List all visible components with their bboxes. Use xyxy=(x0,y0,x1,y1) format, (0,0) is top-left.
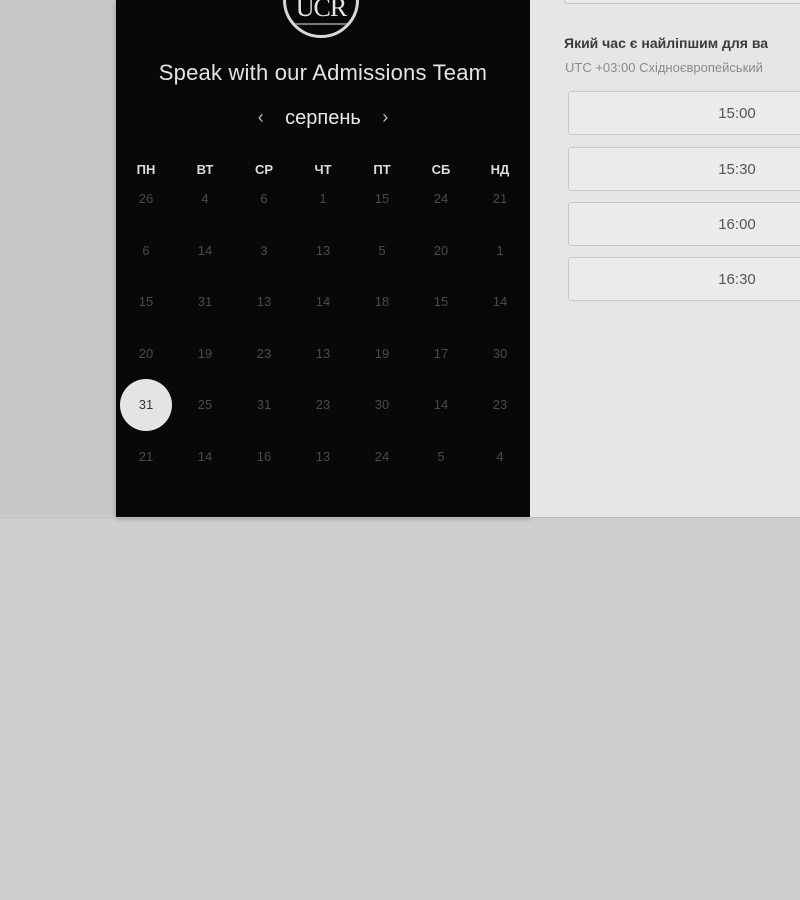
calendar-day[interactable]: 5 xyxy=(356,225,408,277)
time-selection-panel: Який час є найліпшим для ва UTC +03:00 С… xyxy=(530,0,800,517)
time-question-heading: Який час є найліпшим для ва xyxy=(564,35,769,51)
panel-bottom-divider xyxy=(0,517,800,518)
calendar-day[interactable]: 30 xyxy=(474,328,526,380)
calendar-day[interactable]: 16 xyxy=(238,431,290,483)
calendar-day-grid: 26 4 6 1 15 24 21 6 14 3 13 5 20 1 15 31 13 14 18 15 14 20 19 2… xyxy=(116,0,530,517)
scheduler-calendar-panel: UCR Speak with our Admissions Team ‹ сер… xyxy=(116,0,530,517)
calendar-day[interactable]: 24 xyxy=(415,173,467,225)
calendar-day[interactable]: 21 xyxy=(120,431,172,483)
calendar-day[interactable]: 14 xyxy=(297,276,349,328)
top-input-field[interactable] xyxy=(564,0,800,4)
calendar-day[interactable]: 20 xyxy=(415,225,467,277)
time-slot-label: 16:30 xyxy=(718,271,756,288)
time-slot-button[interactable]: 15:30 xyxy=(568,147,800,191)
calendar-day[interactable]: 23 xyxy=(238,328,290,380)
time-slot-label: 15:00 xyxy=(718,105,756,122)
calendar-day[interactable]: 4 xyxy=(474,431,526,483)
page-backdrop xyxy=(0,0,116,516)
calendar-day[interactable]: 30 xyxy=(356,379,408,431)
calendar-day[interactable]: 6 xyxy=(238,173,290,225)
calendar-day[interactable]: 13 xyxy=(297,225,349,277)
time-slot-button[interactable]: 15:00 xyxy=(568,91,800,135)
calendar-day[interactable]: 15 xyxy=(356,173,408,225)
calendar-day[interactable]: 25 xyxy=(179,379,231,431)
calendar-day[interactable]: 19 xyxy=(356,328,408,380)
timezone-label: UTC +03:00 Східноєвропейський xyxy=(565,60,763,75)
time-slot-button[interactable]: 16:30 xyxy=(568,257,800,301)
calendar-day[interactable]: 21 xyxy=(474,173,526,225)
calendar-day[interactable]: 14 xyxy=(474,276,526,328)
time-slot-label: 15:30 xyxy=(718,161,756,178)
calendar-day[interactable]: 18 xyxy=(356,276,408,328)
calendar-day[interactable]: 6 xyxy=(120,225,172,277)
calendar-day[interactable]: 17 xyxy=(415,328,467,380)
calendar-day[interactable]: 31 xyxy=(238,379,290,431)
time-slot-label: 16:00 xyxy=(718,216,756,233)
calendar-day[interactable]: 1 xyxy=(297,173,349,225)
calendar-day[interactable]: 13 xyxy=(238,276,290,328)
calendar-day[interactable]: 23 xyxy=(297,379,349,431)
calendar-day[interactable]: 24 xyxy=(356,431,408,483)
calendar-day[interactable]: 1 xyxy=(474,225,526,277)
calendar-day[interactable]: 23 xyxy=(474,379,526,431)
time-slot-button[interactable]: 16:00 xyxy=(568,202,800,246)
calendar-day[interactable]: 14 xyxy=(415,379,467,431)
calendar-day-selected[interactable]: 31 xyxy=(120,379,172,431)
calendar-day[interactable]: 3 xyxy=(238,225,290,277)
calendar-day[interactable]: 4 xyxy=(179,173,231,225)
calendar-day[interactable]: 15 xyxy=(415,276,467,328)
calendar-day[interactable]: 14 xyxy=(179,225,231,277)
calendar-day[interactable]: 13 xyxy=(297,328,349,380)
calendar-day[interactable]: 31 xyxy=(179,276,231,328)
calendar-day[interactable]: 15 xyxy=(120,276,172,328)
calendar-day[interactable]: 13 xyxy=(297,431,349,483)
calendar-day[interactable]: 14 xyxy=(179,431,231,483)
calendar-day[interactable]: 19 xyxy=(179,328,231,380)
calendar-day[interactable]: 26 xyxy=(120,173,172,225)
calendar-day[interactable]: 5 xyxy=(415,431,467,483)
calendar-day[interactable]: 20 xyxy=(120,328,172,380)
